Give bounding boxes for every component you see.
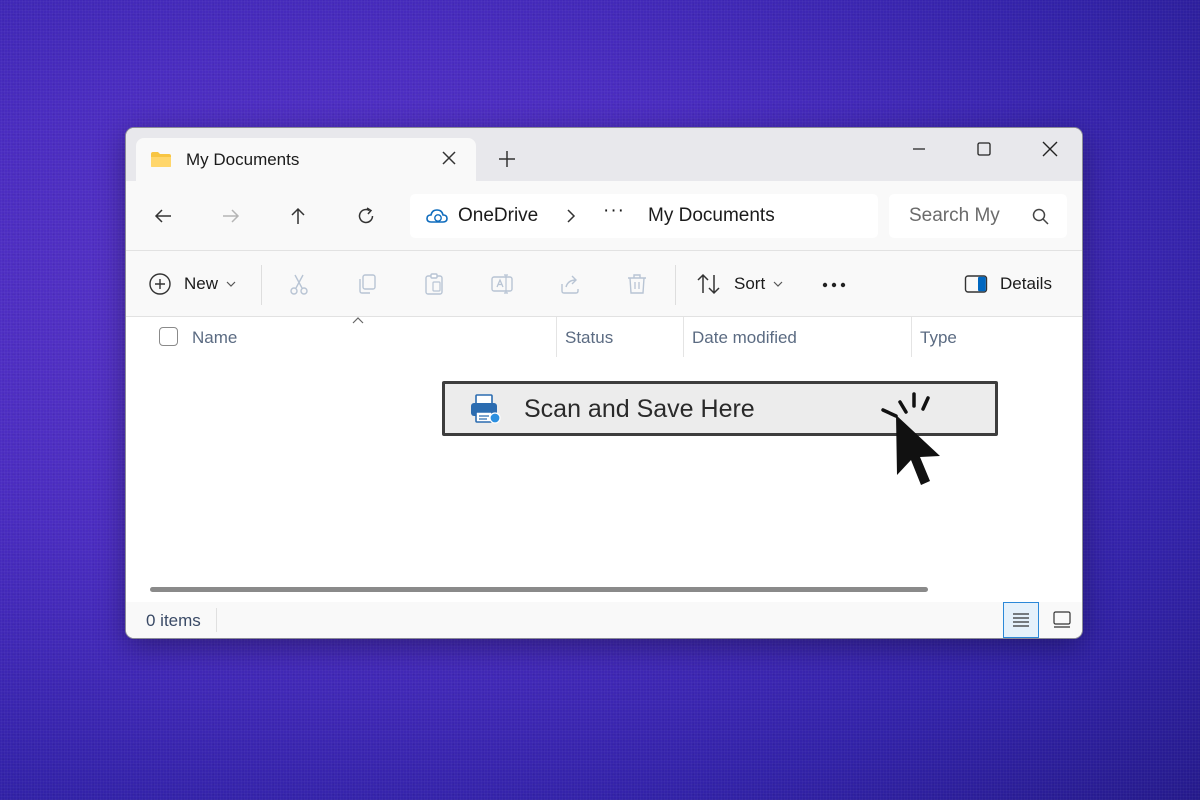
delete-button[interactable] bbox=[624, 271, 650, 297]
more-dots-icon bbox=[822, 282, 846, 288]
onedrive-sync-icon bbox=[426, 209, 448, 223]
search-box[interactable]: Search My bbox=[889, 194, 1067, 238]
minimize-icon bbox=[913, 148, 925, 150]
list-view-icon bbox=[1013, 613, 1029, 627]
navigation-bar: OneDrive ··· My Documents Search My bbox=[126, 181, 1082, 251]
arrow-up-icon bbox=[291, 207, 305, 224]
folder-icon bbox=[151, 152, 171, 167]
rename-icon bbox=[491, 274, 513, 294]
plus-circle-icon bbox=[149, 273, 171, 295]
new-tab-icon[interactable] bbox=[496, 148, 518, 170]
search-placeholder: Search My bbox=[909, 205, 1000, 226]
details-view-button[interactable] bbox=[1003, 602, 1039, 638]
select-all-checkbox[interactable] bbox=[159, 327, 178, 346]
breadcrumb-ellipsis[interactable]: ··· bbox=[603, 200, 625, 222]
sort-ascending-icon bbox=[352, 317, 364, 324]
column-date-modified[interactable]: Date modified bbox=[692, 328, 797, 348]
status-bar: 0 items bbox=[126, 602, 1082, 638]
refresh-icon bbox=[358, 207, 374, 224]
column-name[interactable]: Name bbox=[192, 328, 237, 348]
scissors-icon bbox=[290, 274, 308, 295]
breadcrumb-onedrive[interactable]: OneDrive bbox=[458, 205, 538, 227]
item-count: 0 items bbox=[146, 611, 201, 630]
title-bar: My Documents bbox=[126, 128, 1082, 181]
close-window-button[interactable] bbox=[1027, 136, 1073, 162]
copy-icon bbox=[359, 274, 376, 294]
up-button[interactable] bbox=[285, 203, 311, 229]
toolbar-separator bbox=[675, 265, 676, 305]
details-pane-icon bbox=[964, 275, 988, 293]
maximize-icon bbox=[977, 142, 991, 156]
mouse-pointer-icon bbox=[881, 392, 940, 485]
sort-button[interactable]: Sort bbox=[696, 271, 783, 297]
status-separator bbox=[216, 608, 217, 632]
paste-button[interactable] bbox=[421, 271, 447, 297]
tab-title: My Documents bbox=[186, 150, 300, 169]
sort-button-label: Sort bbox=[734, 274, 766, 293]
tiles-view-icon bbox=[1053, 611, 1071, 628]
cut-button[interactable] bbox=[286, 271, 312, 297]
chevron-right-icon[interactable] bbox=[564, 208, 578, 224]
arrow-right-icon bbox=[223, 209, 240, 223]
horizontal-scrollbar[interactable] bbox=[150, 587, 928, 592]
share-icon bbox=[561, 275, 579, 294]
column-type[interactable]: Type bbox=[920, 328, 957, 348]
tab-my-documents[interactable]: My Documents bbox=[136, 138, 476, 181]
column-status[interactable]: Status bbox=[565, 328, 613, 348]
details-button-label: Details bbox=[1000, 274, 1052, 293]
new-button-label: New bbox=[184, 274, 219, 293]
back-button[interactable] bbox=[150, 203, 176, 229]
column-divider[interactable] bbox=[683, 317, 684, 357]
search-icon bbox=[1032, 208, 1049, 225]
copy-button[interactable] bbox=[354, 271, 380, 297]
toolbar-separator bbox=[261, 265, 262, 305]
command-bar: New Sort Details bbox=[126, 251, 1082, 317]
rename-button[interactable] bbox=[489, 271, 515, 297]
minimize-button[interactable] bbox=[896, 136, 942, 162]
address-bar[interactable]: OneDrive ··· My Documents bbox=[410, 194, 878, 238]
clipboard-icon bbox=[425, 273, 443, 295]
chevron-down-icon bbox=[773, 281, 783, 287]
scanner-icon bbox=[471, 394, 501, 424]
breadcrumb-my-documents[interactable]: My Documents bbox=[648, 205, 775, 227]
arrow-left-icon bbox=[154, 209, 171, 223]
refresh-button[interactable] bbox=[353, 203, 379, 229]
scan-and-save-label: Scan and Save Here bbox=[524, 395, 755, 423]
column-divider[interactable] bbox=[556, 317, 557, 357]
new-button[interactable]: New bbox=[148, 271, 236, 297]
column-header-row: Name Status Date modified Type bbox=[126, 317, 1082, 359]
close-icon bbox=[1042, 141, 1058, 157]
column-divider[interactable] bbox=[911, 317, 912, 357]
sort-arrows-icon bbox=[697, 273, 720, 295]
chevron-down-icon bbox=[226, 281, 236, 287]
details-pane-button[interactable]: Details bbox=[964, 271, 1052, 297]
share-button[interactable] bbox=[557, 271, 583, 297]
forward-button[interactable] bbox=[218, 203, 244, 229]
maximize-button[interactable] bbox=[961, 136, 1007, 162]
tiles-view-button[interactable] bbox=[1044, 602, 1080, 638]
close-tab-icon[interactable] bbox=[440, 149, 458, 167]
trash-icon bbox=[628, 274, 646, 294]
more-options-button[interactable] bbox=[822, 276, 846, 294]
